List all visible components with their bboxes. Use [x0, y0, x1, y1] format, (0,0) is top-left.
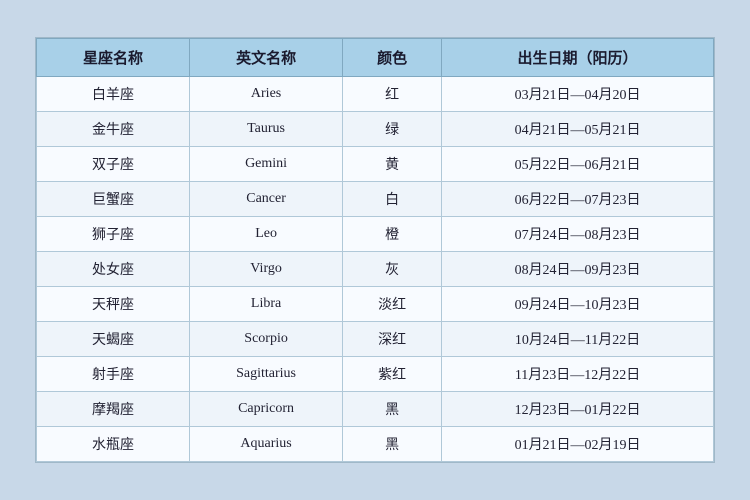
- cell-english: Libra: [190, 287, 343, 322]
- cell-color: 橙: [343, 217, 442, 252]
- cell-dates: 11月23日—12月22日: [442, 357, 714, 392]
- cell-dates: 05月22日—06月21日: [442, 147, 714, 182]
- cell-chinese: 天秤座: [37, 287, 190, 322]
- table-row: 天秤座Libra淡红09月24日—10月23日: [37, 287, 714, 322]
- cell-chinese: 水瓶座: [37, 427, 190, 462]
- col-header-english: 英文名称: [190, 39, 343, 77]
- table-row: 射手座Sagittarius紫红11月23日—12月22日: [37, 357, 714, 392]
- col-header-dates: 出生日期（阳历）: [442, 39, 714, 77]
- table-row: 水瓶座Aquarius黑01月21日—02月19日: [37, 427, 714, 462]
- cell-color: 黄: [343, 147, 442, 182]
- cell-english: Taurus: [190, 112, 343, 147]
- cell-english: Virgo: [190, 252, 343, 287]
- col-header-chinese: 星座名称: [37, 39, 190, 77]
- cell-dates: 04月21日—05月21日: [442, 112, 714, 147]
- zodiac-table: 星座名称 英文名称 颜色 出生日期（阳历） 白羊座Aries红03月21日—04…: [36, 38, 714, 462]
- zodiac-table-container: 星座名称 英文名称 颜色 出生日期（阳历） 白羊座Aries红03月21日—04…: [35, 37, 715, 463]
- cell-color: 黑: [343, 392, 442, 427]
- cell-color: 灰: [343, 252, 442, 287]
- table-row: 巨蟹座Cancer白06月22日—07月23日: [37, 182, 714, 217]
- cell-english: Scorpio: [190, 322, 343, 357]
- cell-dates: 01月21日—02月19日: [442, 427, 714, 462]
- cell-dates: 03月21日—04月20日: [442, 77, 714, 112]
- table-row: 狮子座Leo橙07月24日—08月23日: [37, 217, 714, 252]
- cell-english: Leo: [190, 217, 343, 252]
- cell-chinese: 射手座: [37, 357, 190, 392]
- cell-color: 红: [343, 77, 442, 112]
- cell-chinese: 处女座: [37, 252, 190, 287]
- cell-chinese: 巨蟹座: [37, 182, 190, 217]
- cell-english: Capricorn: [190, 392, 343, 427]
- table-header-row: 星座名称 英文名称 颜色 出生日期（阳历）: [37, 39, 714, 77]
- cell-color: 深红: [343, 322, 442, 357]
- cell-english: Aries: [190, 77, 343, 112]
- cell-english: Gemini: [190, 147, 343, 182]
- table-row: 处女座Virgo灰08月24日—09月23日: [37, 252, 714, 287]
- table-row: 金牛座Taurus绿04月21日—05月21日: [37, 112, 714, 147]
- cell-dates: 10月24日—11月22日: [442, 322, 714, 357]
- cell-dates: 12月23日—01月22日: [442, 392, 714, 427]
- cell-dates: 08月24日—09月23日: [442, 252, 714, 287]
- cell-dates: 07月24日—08月23日: [442, 217, 714, 252]
- cell-dates: 09月24日—10月23日: [442, 287, 714, 322]
- table-row: 摩羯座Capricorn黑12月23日—01月22日: [37, 392, 714, 427]
- table-row: 天蝎座Scorpio深红10月24日—11月22日: [37, 322, 714, 357]
- cell-chinese: 金牛座: [37, 112, 190, 147]
- cell-chinese: 白羊座: [37, 77, 190, 112]
- cell-color: 绿: [343, 112, 442, 147]
- cell-chinese: 摩羯座: [37, 392, 190, 427]
- cell-dates: 06月22日—07月23日: [442, 182, 714, 217]
- col-header-color: 颜色: [343, 39, 442, 77]
- cell-color: 淡红: [343, 287, 442, 322]
- cell-english: Sagittarius: [190, 357, 343, 392]
- cell-color: 黑: [343, 427, 442, 462]
- table-body: 白羊座Aries红03月21日—04月20日金牛座Taurus绿04月21日—0…: [37, 77, 714, 462]
- table-row: 白羊座Aries红03月21日—04月20日: [37, 77, 714, 112]
- cell-color: 白: [343, 182, 442, 217]
- cell-english: Cancer: [190, 182, 343, 217]
- cell-chinese: 双子座: [37, 147, 190, 182]
- cell-color: 紫红: [343, 357, 442, 392]
- table-row: 双子座Gemini黄05月22日—06月21日: [37, 147, 714, 182]
- cell-english: Aquarius: [190, 427, 343, 462]
- cell-chinese: 狮子座: [37, 217, 190, 252]
- cell-chinese: 天蝎座: [37, 322, 190, 357]
